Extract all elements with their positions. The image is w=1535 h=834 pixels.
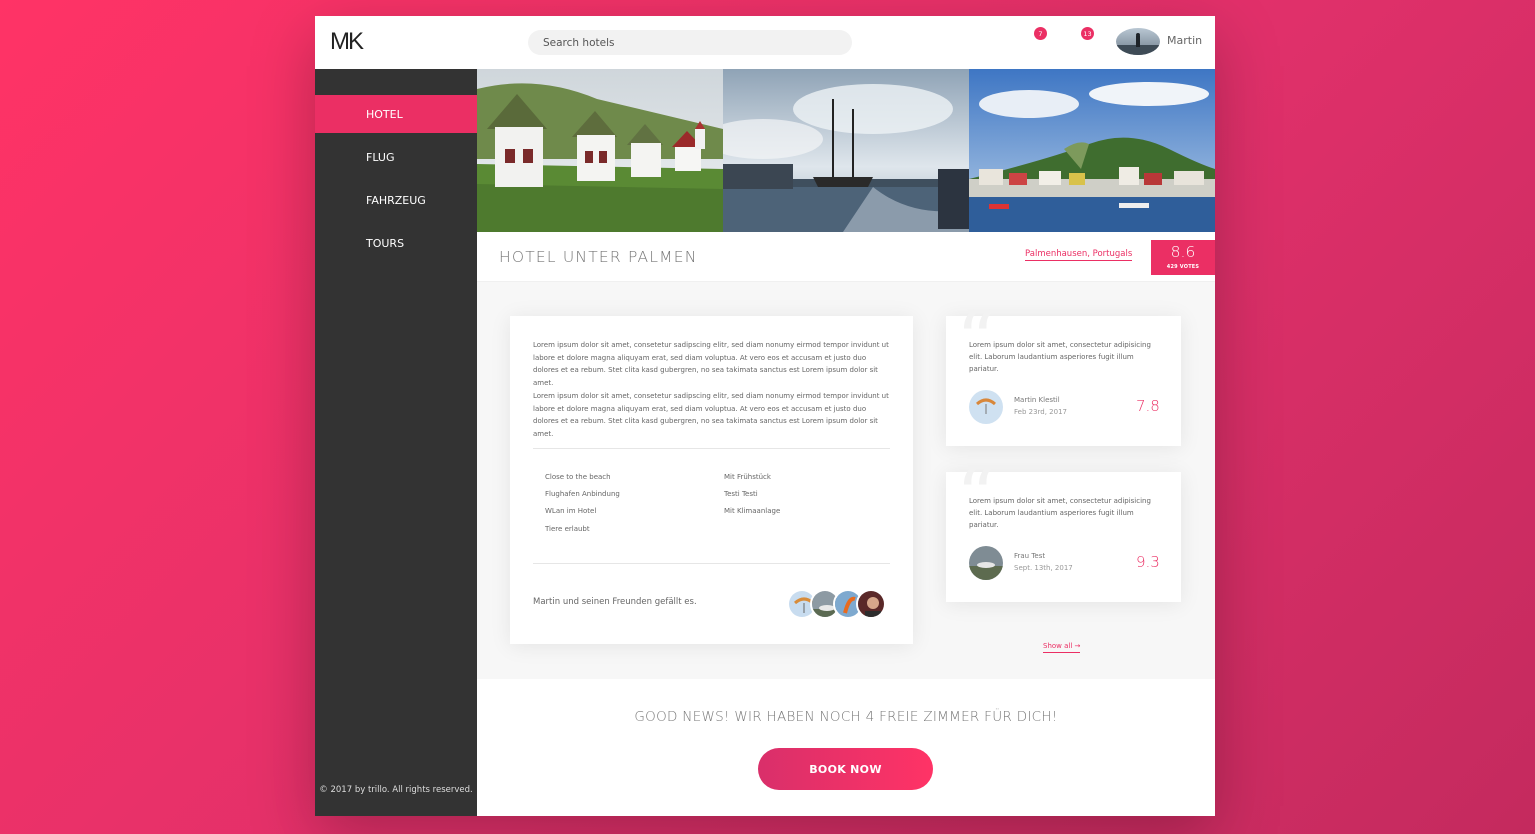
rating-badge: 8.6 429 VOTES — [1151, 240, 1215, 275]
bookmark-icon[interactable] — [1019, 34, 1031, 50]
location-pin-icon — [1010, 249, 1019, 264]
description-paragraph: Lorem ipsum dolor sit amet, consetetur s… — [533, 341, 889, 387]
logo[interactable]: MK — [330, 28, 364, 56]
hotel-overview: HOTEL UNTER PALMEN Palmenhausen, Portuga… — [477, 232, 1215, 282]
likes-text: Martin und seinen Freunden gefällt es. — [533, 597, 697, 607]
bookmark-count-badge: 7 — [1034, 27, 1047, 40]
feature-item: Testi Testi — [724, 490, 758, 498]
sidebar: HOTEL FLUG FAHRZEUG TOURS © 2017 by tril… — [315, 69, 477, 816]
top-bar: MK 7 13 Martin — [315, 16, 1215, 69]
search-input[interactable] — [528, 30, 852, 55]
divider — [533, 563, 890, 564]
sidebar-item-flug[interactable]: FLUG — [315, 138, 477, 176]
feature-item: Close to the beach — [545, 473, 611, 481]
feature-item: WLan im Hotel — [545, 507, 597, 515]
cta-headline: GOOD NEWS! WIR HABEN NOCH 4 FREIE ZIMMER… — [634, 709, 1058, 725]
reviewer-name: Frau Test — [1014, 552, 1046, 560]
rating-score: 8.6 — [1170, 243, 1196, 261]
review-score: 9.3 — [1136, 553, 1160, 571]
review-score: 7.8 — [1136, 397, 1160, 415]
feature-item: Mit Klimaanlage — [724, 507, 781, 515]
user-name[interactable]: Martin — [1167, 34, 1202, 47]
reviewer-name: Martin Klestil — [1014, 396, 1060, 404]
divider — [533, 448, 890, 449]
sidebar-item-fahrzeug[interactable]: FAHRZEUG — [315, 181, 477, 219]
book-now-button[interactable]: BOOK NOW — [758, 748, 933, 790]
review-text: Lorem ipsum dolor sit amet, consectetur … — [969, 341, 1151, 373]
hotel-gallery — [477, 69, 1215, 232]
sidebar-item-label: TOURS — [366, 236, 405, 250]
review-card: “ Lorem ipsum dolor sit amet, consectetu… — [946, 302, 1181, 446]
sidebar-item-label: FLUG — [366, 150, 395, 164]
location-link[interactable]: Palmenhausen, Portugals — [1025, 249, 1133, 261]
reviewer-avatar — [969, 546, 1003, 580]
legal-text: © 2017 by trillo. All rights reserved. — [319, 785, 473, 795]
user-avatar[interactable] — [1116, 28, 1160, 55]
feature-item: Tiere erlaubt — [545, 525, 590, 533]
gallery-photo-coastal-town[interactable] — [969, 69, 1215, 232]
gallery-photo-harbor-ship[interactable] — [723, 69, 969, 232]
show-all-link[interactable]: Show all → — [1043, 642, 1081, 653]
friend-avatar[interactable] — [856, 589, 886, 619]
review-date: Feb 23rd, 2017 — [1014, 408, 1067, 416]
detail-section: Lorem ipsum dolor sit amet, consetetur s… — [477, 282, 1215, 679]
sidebar-item-tours[interactable]: TOURS — [315, 224, 477, 262]
feature-item: Mit Frühstück — [724, 473, 771, 481]
review-date: Sept. 13th, 2017 — [1014, 564, 1073, 572]
review-text: Lorem ipsum dolor sit amet, consectetur … — [969, 497, 1151, 529]
gallery-photo-turf-houses[interactable] — [477, 69, 723, 232]
sidebar-item-label: HOTEL — [366, 107, 403, 121]
hotel-title: HOTEL UNTER PALMEN — [499, 248, 698, 266]
review-card: “ Lorem ipsum dolor sit amet, consectetu… — [946, 458, 1181, 602]
sidebar-item-label: FAHRZEUG — [366, 193, 426, 207]
reviewer-avatar — [969, 390, 1003, 424]
rating-votes: 429 VOTES — [1166, 264, 1200, 270]
feature-item: Flughafen Anbindung — [545, 490, 620, 498]
chat-count-badge: 13 — [1081, 27, 1094, 40]
description-paragraph: Lorem ipsum dolor sit amet, consetetur s… — [533, 392, 889, 438]
app-window: MK 7 13 Martin HOTEL FLUG — [315, 16, 1215, 816]
description-card: Lorem ipsum dolor sit amet, consetetur s… — [510, 316, 913, 644]
sidebar-item-hotel[interactable]: HOTEL — [315, 95, 477, 133]
chat-icon[interactable] — [1065, 34, 1081, 48]
booking-cta: GOOD NEWS! WIR HABEN NOCH 4 FREIE ZIMMER… — [477, 679, 1215, 816]
